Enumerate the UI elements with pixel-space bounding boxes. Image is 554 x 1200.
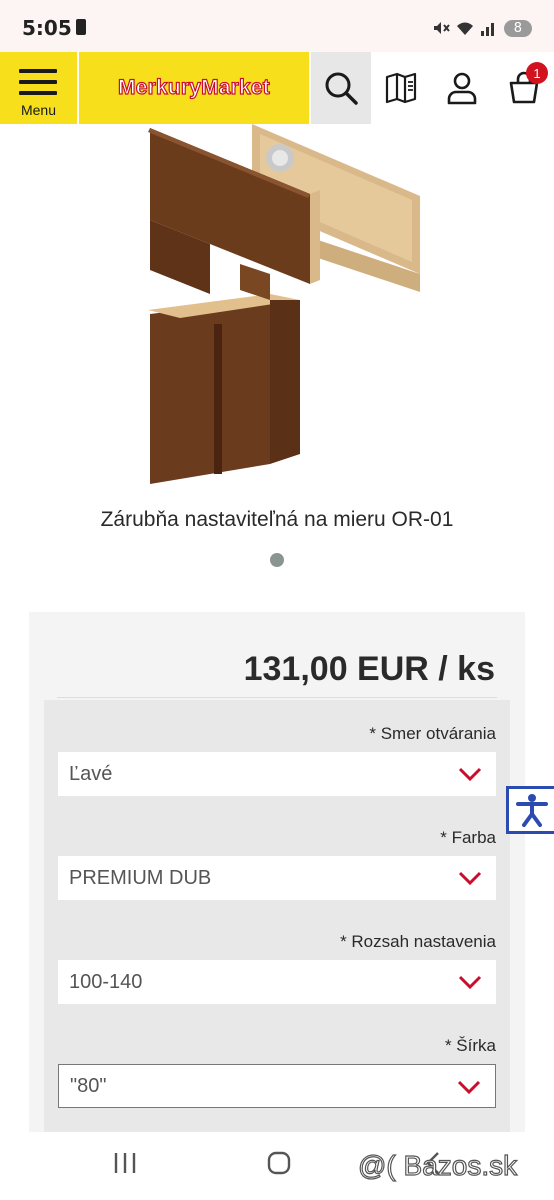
catalog-icon <box>385 72 417 104</box>
logo[interactable]: MerkuryMarket <box>79 52 309 124</box>
select-range[interactable]: 100-140 <box>58 960 496 1004</box>
menu-button[interactable]: Menu <box>0 52 77 124</box>
chevron-down-icon <box>458 767 482 782</box>
select-value: "80" <box>70 1074 107 1097</box>
options-panel: * Smer otvárania Ľavé * Farba PREMIUM DU… <box>44 700 510 1140</box>
select-direction[interactable]: Ľavé <box>58 752 496 796</box>
cart-button[interactable] <box>494 52 554 124</box>
select-value: PREMIUM DUB <box>69 866 212 889</box>
product-title: Zárubňa nastaviteľná na mieru OR-01 <box>100 508 454 531</box>
watermark: @( Bazos.sk <box>357 1149 518 1181</box>
mute-icon <box>433 22 450 34</box>
menu-label: Menu <box>20 102 57 118</box>
accessibility-button[interactable] <box>506 786 554 834</box>
signal-icon <box>480 23 494 36</box>
select-value: 100-140 <box>69 970 143 993</box>
chevron-down-icon <box>458 975 482 990</box>
wifi-icon <box>456 22 473 35</box>
recent-apps-icon[interactable] <box>112 1150 138 1176</box>
status-icons: 8 <box>432 16 532 40</box>
price-divider <box>57 697 497 698</box>
option-label-width: * Šírka <box>444 1036 496 1055</box>
search-button[interactable] <box>311 52 371 124</box>
product-price: 131,00 EUR / ks <box>243 650 495 688</box>
home-icon[interactable] <box>266 1150 292 1176</box>
option-label-direction: * Smer otvárania <box>369 724 496 743</box>
product-image[interactable] <box>120 124 450 494</box>
user-icon <box>447 72 477 105</box>
status-time: 5:05 <box>22 16 72 40</box>
chevron-down-icon <box>457 1080 481 1095</box>
catalog-button[interactable] <box>371 52 431 124</box>
account-button[interactable] <box>432 52 492 124</box>
product-options-card: 131,00 EUR / ks * Smer otvárania Ľavé * … <box>29 612 525 1140</box>
select-color[interactable]: PREMIUM DUB <box>58 856 496 900</box>
battery-indicator: 8 <box>503 19 532 37</box>
site-header: Menu MerkuryMarket 1 <box>0 52 554 124</box>
option-label-range: * Rozsah nastavenia <box>340 932 496 951</box>
logo-text: MerkuryMarket <box>117 75 270 99</box>
select-width[interactable]: "80" <box>58 1064 496 1108</box>
accessibility-icon <box>515 794 548 827</box>
search-icon <box>311 52 371 124</box>
select-value: Ľavé <box>69 762 113 785</box>
status-bar: 5:05 8 <box>0 0 554 52</box>
option-label-color: * Farba <box>440 828 496 847</box>
cart-count-badge: 1 <box>526 62 548 84</box>
menu-icon <box>19 69 57 102</box>
carousel-dot[interactable] <box>270 553 284 567</box>
alert-icon <box>76 19 86 35</box>
chevron-down-icon <box>458 871 482 886</box>
